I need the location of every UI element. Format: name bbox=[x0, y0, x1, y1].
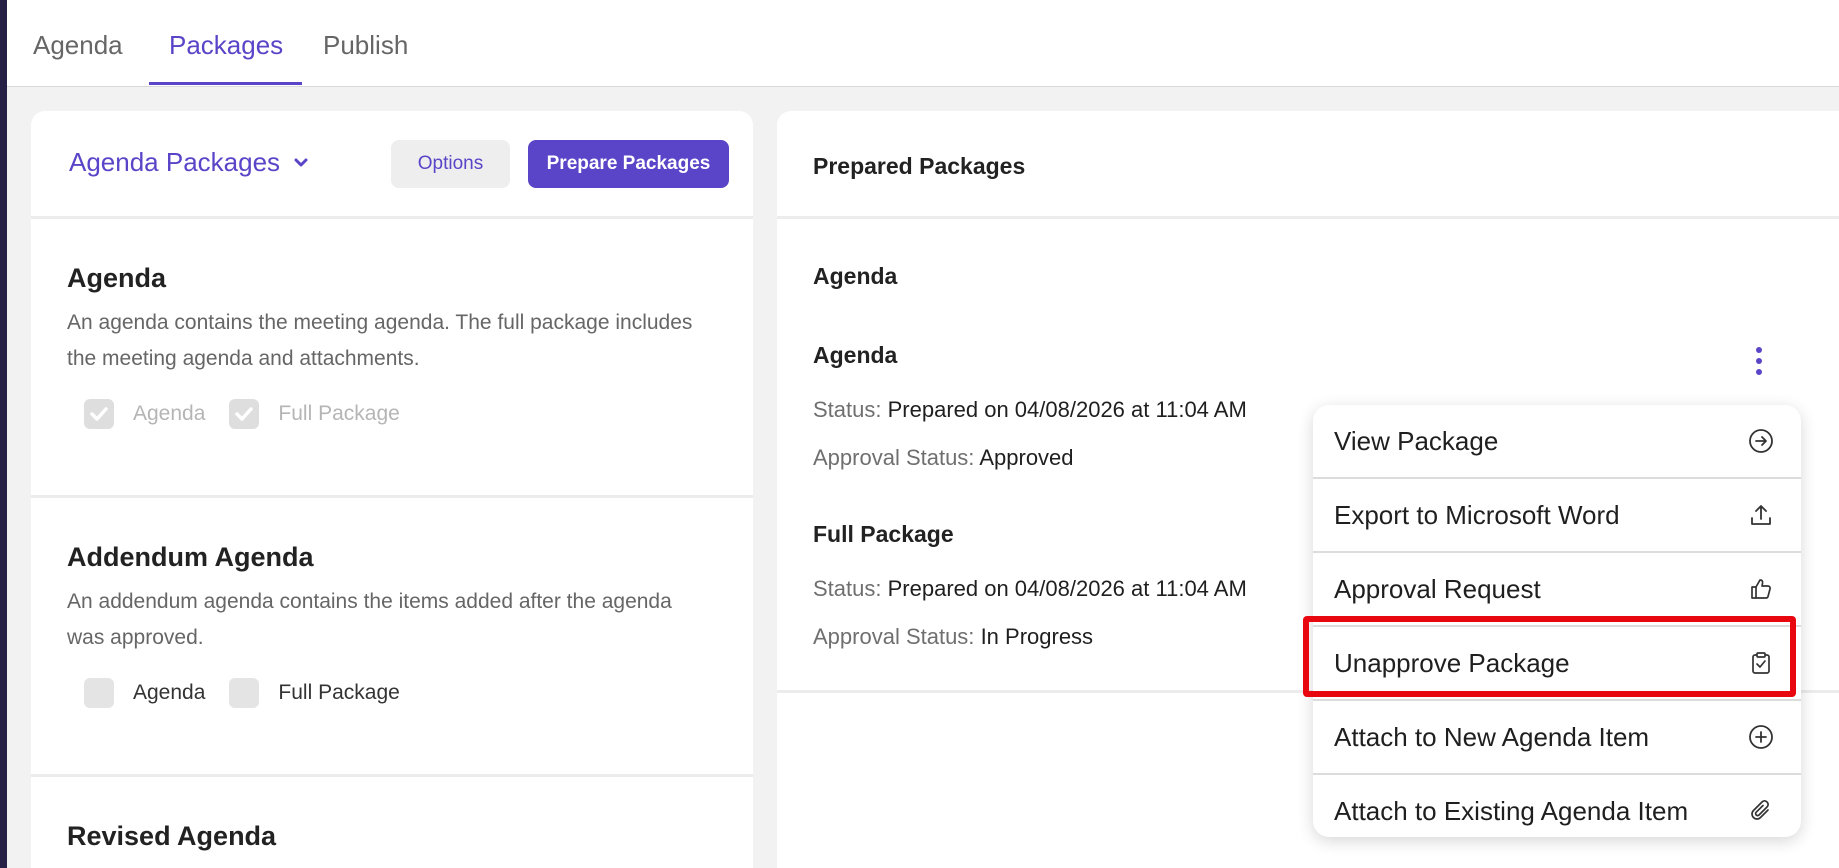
approval-label: Approval Status: bbox=[813, 445, 975, 470]
full-package-checkbox[interactable] bbox=[229, 399, 260, 429]
full-package-checkbox-label: Full Package bbox=[278, 402, 400, 425]
panel-header: Agenda Packages Options Prepare Packages bbox=[31, 111, 753, 219]
package-status: Status: Prepared on 04/08/2026 at 11:04 … bbox=[813, 397, 1247, 423]
menu-item-label: Unapprove Package bbox=[1334, 647, 1570, 678]
prepare-packages-button[interactable]: Prepare Packages bbox=[528, 140, 729, 188]
status-label: Status: bbox=[813, 576, 882, 601]
panel-title: Prepared Packages bbox=[813, 153, 1026, 179]
package-approval-status: Approval Status: In Progress bbox=[813, 624, 1093, 650]
menu-item-attach-existing[interactable]: Attach to Existing Agenda Item bbox=[1313, 775, 1801, 847]
app-sidebar-edge bbox=[0, 0, 7, 868]
package-name: Full Package bbox=[813, 521, 954, 547]
top-tab-bar: Agenda Packages Publish bbox=[7, 0, 1839, 87]
upload-icon bbox=[1748, 502, 1774, 528]
agenda-packages-panel: Agenda Packages Options Prepare Packages… bbox=[31, 111, 753, 868]
package-actions-menu: View Package Export to Microsoft Word Ap… bbox=[1313, 405, 1801, 837]
chevron-down-icon bbox=[294, 158, 308, 168]
menu-item-label: Attach to New Agenda Item bbox=[1334, 721, 1650, 752]
full-package-checkbox-label: Full Package bbox=[278, 681, 400, 704]
agenda-checkbox-label: Agenda bbox=[133, 402, 206, 425]
addendum-agenda-section: Addendum Agenda An addendum agenda conta… bbox=[31, 498, 753, 777]
agenda-checkbox-label: Agenda bbox=[133, 681, 206, 704]
approval-value: Approved bbox=[979, 445, 1074, 470]
more-options-icon[interactable] bbox=[1747, 344, 1771, 378]
thumbs-up-icon bbox=[1748, 576, 1774, 602]
tab-agenda[interactable]: Agenda bbox=[33, 30, 123, 87]
dropdown-label: Agenda Packages bbox=[69, 147, 281, 177]
menu-item-label: Attach to Existing Agenda Item bbox=[1334, 795, 1689, 826]
section-description: An addendum agenda contains the items ad… bbox=[67, 590, 672, 649]
section-title: Revised Agenda bbox=[67, 821, 277, 851]
section-description: An agenda contains the meeting agenda. T… bbox=[67, 311, 693, 370]
menu-item-export-word[interactable]: Export to Microsoft Word bbox=[1313, 479, 1801, 551]
menu-item-attach-new[interactable]: Attach to New Agenda Item bbox=[1313, 701, 1801, 773]
status-value: Prepared on 04/08/2026 at 11:04 AM bbox=[887, 397, 1247, 422]
options-button[interactable]: Options bbox=[391, 140, 510, 188]
tab-packages[interactable]: Packages bbox=[169, 30, 283, 87]
agenda-packages-dropdown[interactable]: Agenda Packages bbox=[69, 147, 308, 178]
active-tab-indicator bbox=[149, 82, 302, 85]
package-group-title: Agenda bbox=[813, 263, 898, 289]
menu-item-label: Export to Microsoft Word bbox=[1334, 499, 1620, 530]
agenda-checkbox[interactable] bbox=[84, 399, 114, 429]
package-name: Agenda bbox=[813, 342, 898, 368]
status-value: Prepared on 04/08/2026 at 11:04 AM bbox=[887, 576, 1247, 601]
menu-item-approval-request[interactable]: Approval Request bbox=[1313, 553, 1801, 625]
revised-agenda-section: Revised Agenda bbox=[31, 777, 753, 868]
menu-item-label: View Package bbox=[1334, 425, 1499, 456]
agenda-checkbox[interactable] bbox=[84, 678, 114, 708]
arrow-right-circle-icon bbox=[1748, 428, 1774, 454]
clipboard-check-icon bbox=[1748, 650, 1774, 676]
full-package-checkbox[interactable] bbox=[229, 678, 260, 708]
checkbox-row: Agenda Full Package bbox=[84, 678, 424, 708]
menu-item-view-package[interactable]: View Package bbox=[1313, 405, 1801, 477]
panel-header: Prepared Packages bbox=[777, 111, 1839, 219]
agenda-section: Agenda An agenda contains the meeting ag… bbox=[31, 219, 753, 498]
tab-publish[interactable]: Publish bbox=[323, 30, 408, 87]
approval-label: Approval Status: bbox=[813, 624, 975, 649]
plus-circle-icon bbox=[1748, 724, 1774, 750]
section-title: Addendum Agenda bbox=[67, 542, 314, 572]
section-title: Agenda bbox=[67, 263, 167, 293]
menu-item-label: Approval Request bbox=[1334, 573, 1541, 604]
paperclip-icon bbox=[1748, 798, 1774, 824]
menu-item-unapprove-package[interactable]: Unapprove Package bbox=[1313, 627, 1801, 699]
checkbox-row: Agenda Full Package bbox=[84, 399, 424, 429]
status-label: Status: bbox=[813, 397, 882, 422]
approval-value: In Progress bbox=[980, 624, 1094, 649]
package-status: Status: Prepared on 04/08/2026 at 11:04 … bbox=[813, 576, 1247, 602]
package-approval-status: Approval Status: Approved bbox=[813, 445, 1074, 471]
